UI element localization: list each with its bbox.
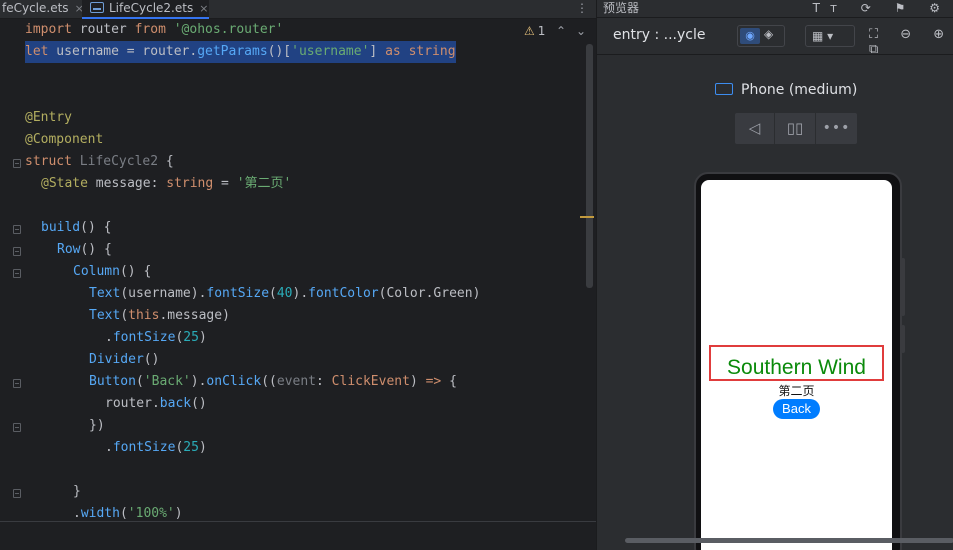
device-controls: ◁ ▯▯ ••• — [735, 113, 857, 144]
inspection-widget[interactable]: ⚠ 1 — [524, 24, 545, 38]
tab-label: feCycle.ets — [2, 1, 69, 15]
phone-side-button — [901, 258, 905, 316]
view-mode-toggle[interactable]: ◉ ◈ — [737, 25, 785, 47]
rotate-icon[interactable]: ▯▯ — [775, 113, 816, 144]
fold-icon[interactable] — [13, 489, 21, 498]
code-line: build() { — [41, 220, 112, 235]
previewer-panel: 预览器 Tт ⟳ ⚑ ⚙ entry : ...ycle ◉ ◈ ▦ ▾ ⛶ ⊖… — [596, 0, 953, 550]
code-line: struct LifeCycle2 { — [25, 154, 174, 169]
fold-icon[interactable] — [13, 379, 21, 388]
previewer-header: 预览器 Tт ⟳ ⚑ ⚙ — [597, 0, 953, 18]
previewer-horizontal-scrollbar[interactable] — [625, 538, 953, 543]
fold-icon[interactable] — [13, 225, 21, 234]
fold-icon[interactable] — [13, 269, 21, 278]
tab-label: LifeCycle2.ets — [109, 1, 194, 15]
editor-gutter — [0, 19, 22, 522]
previewer-title: 预览器 — [603, 1, 640, 15]
chevron-up-icon[interactable]: ⌃ — [556, 24, 566, 38]
warning-count: 1 — [537, 24, 546, 38]
code-line: @Component — [25, 132, 104, 147]
code-line: Button('Back').onClick((event: ClickEven… — [89, 374, 457, 389]
back-icon[interactable]: ◁ — [735, 113, 775, 144]
previewer-header-icons[interactable]: Tт ⟳ ⚑ ⚙ — [813, 0, 950, 16]
device-label[interactable]: Phone (medium) — [715, 82, 857, 98]
phone-side-button — [901, 325, 905, 353]
message-text: 第二页 — [778, 384, 815, 398]
layers-icon[interactable]: ◈ — [764, 27, 773, 41]
code-line: import router from '@ohos.router' — [25, 22, 284, 37]
code-line: .fontSize(25) — [105, 440, 207, 455]
code-editor[interactable]: feCycle.ets × LifeCycle2.ets × ⋮ ⚠ 1 ⌃ ⌄ im… — [0, 0, 596, 550]
more-icon[interactable]: ••• — [816, 113, 857, 144]
highlight-box — [709, 345, 884, 381]
code-line: Text(username).fontSize(40).fontColor(Co… — [89, 286, 481, 301]
code-line: Divider() — [89, 352, 160, 367]
editor-tab-bar: feCycle.ets × LifeCycle2.ets × ⋮ — [0, 0, 596, 19]
editor-vertical-scrollbar[interactable] — [586, 44, 593, 288]
code-line: Row() { — [57, 242, 112, 257]
zoom-tools[interactable]: ⛶ ⊖ ⊕ ⧉ — [869, 27, 953, 57]
tab-lifecycle[interactable]: feCycle.ets × — [0, 0, 84, 19]
code-line: }) — [89, 418, 105, 433]
fold-icon[interactable] — [13, 423, 21, 432]
close-icon[interactable]: × — [199, 2, 208, 15]
grid-dropdown[interactable]: ▦ ▾ — [805, 25, 855, 47]
ets-file-icon — [90, 2, 104, 13]
previewer-toolbar: entry : ...ycle ◉ ◈ ▦ ▾ ⛶ ⊖ ⊕ ⧉ — [597, 18, 953, 57]
eye-icon[interactable]: ◉ — [740, 28, 760, 44]
code-line: Column() { — [73, 264, 152, 279]
code-line: Text(this.message) — [89, 308, 230, 323]
fold-icon[interactable] — [13, 247, 21, 256]
code-line: @Entry — [25, 110, 72, 125]
code-line: router.back() — [105, 396, 207, 411]
warning-marker[interactable] — [580, 216, 594, 218]
code-line: } — [73, 484, 81, 499]
entry-selector[interactable]: entry : ...ycle — [613, 27, 705, 43]
fold-icon[interactable] — [13, 159, 21, 168]
code-line: .fontSize(25) — [105, 330, 207, 345]
device-name: Phone (medium) — [741, 82, 858, 98]
chevron-down-icon[interactable]: ⌄ — [576, 24, 586, 38]
back-button[interactable]: Back — [773, 399, 820, 419]
tab-lifecycle2[interactable]: LifeCycle2.ets × — [82, 0, 209, 19]
device-icon — [715, 83, 733, 95]
editor-status-strip — [0, 521, 596, 550]
code-line: @State message: string = '第二页' — [41, 176, 292, 191]
warning-icon: ⚠ — [524, 24, 535, 38]
code-line-selected: let username = router.getParams()['usern… — [25, 41, 456, 63]
more-vertical-icon[interactable]: ⋮ — [576, 1, 588, 15]
